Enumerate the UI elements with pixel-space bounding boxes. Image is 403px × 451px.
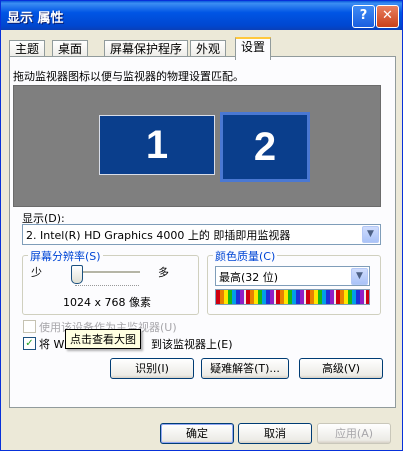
chevron-down-icon[interactable]: ▼	[351, 268, 368, 285]
color-quality-select[interactable]: 最高(32 位) ▼	[215, 266, 370, 286]
primary-monitor-checkbox[interactable]	[23, 320, 36, 333]
display-properties-window: 显示 属性 ? ✕ 主题 桌面 屏幕保护程序 外观 设置 拖动监视器图标以便与监…	[0, 0, 403, 451]
display-select[interactable]: 2. Intel(R) HD Graphics 4000 上的 即插即用监视器 …	[22, 224, 381, 245]
resolution-high-label: 多	[158, 266, 169, 279]
ok-button[interactable]: 确定	[160, 423, 234, 444]
chevron-down-icon[interactable]: ▼	[362, 226, 379, 243]
monitor-2[interactable]: 2	[220, 112, 310, 182]
screen-resolution-title: 屏幕分辨率(S)	[28, 248, 103, 264]
resolution-low-label: 少	[31, 266, 42, 279]
apply-button[interactable]: 应用(A)	[317, 423, 391, 444]
color-quality-value: 最高(32 位)	[219, 271, 279, 284]
display-select-value: 2. Intel(R) HD Graphics 4000 上的 即插即用监视器	[26, 229, 291, 242]
help-button[interactable]: ?	[352, 5, 375, 28]
troubleshoot-button[interactable]: 疑难解答(T)...	[201, 358, 289, 379]
monitor-1[interactable]: 1	[99, 115, 215, 175]
color-quality-title: 颜色质量(C)	[213, 248, 278, 264]
color-spectrum-bar	[215, 289, 370, 305]
title-bar[interactable]: 显示 属性 ? ✕	[1, 1, 402, 30]
identify-button[interactable]: 识别(I)	[110, 358, 194, 379]
tab-settings[interactable]: 设置	[235, 37, 272, 60]
window-title: 显示 属性	[7, 11, 64, 26]
slider-ticks	[75, 285, 139, 289]
close-button[interactable]: ✕	[376, 5, 399, 28]
advanced-button[interactable]: 高级(V)	[299, 358, 383, 379]
enlarge-tooltip: 点击查看大图	[65, 329, 141, 349]
cancel-button[interactable]: 取消	[238, 423, 312, 444]
resolution-value: 1024 x 768 像素	[63, 296, 151, 309]
resolution-slider-thumb[interactable]	[71, 265, 83, 284]
monitor-arrangement-area[interactable]: 1 2	[13, 85, 381, 207]
extend-desktop-checkbox[interactable]: ✓	[23, 337, 36, 350]
monitor-description: 拖动监视器图标以便与监视器的物理设置匹配。	[13, 70, 244, 83]
extend-desktop-label-prefix: 将 Wi	[39, 338, 68, 351]
extend-desktop-label-suffix: 到该监视器上(E)	[151, 338, 233, 351]
